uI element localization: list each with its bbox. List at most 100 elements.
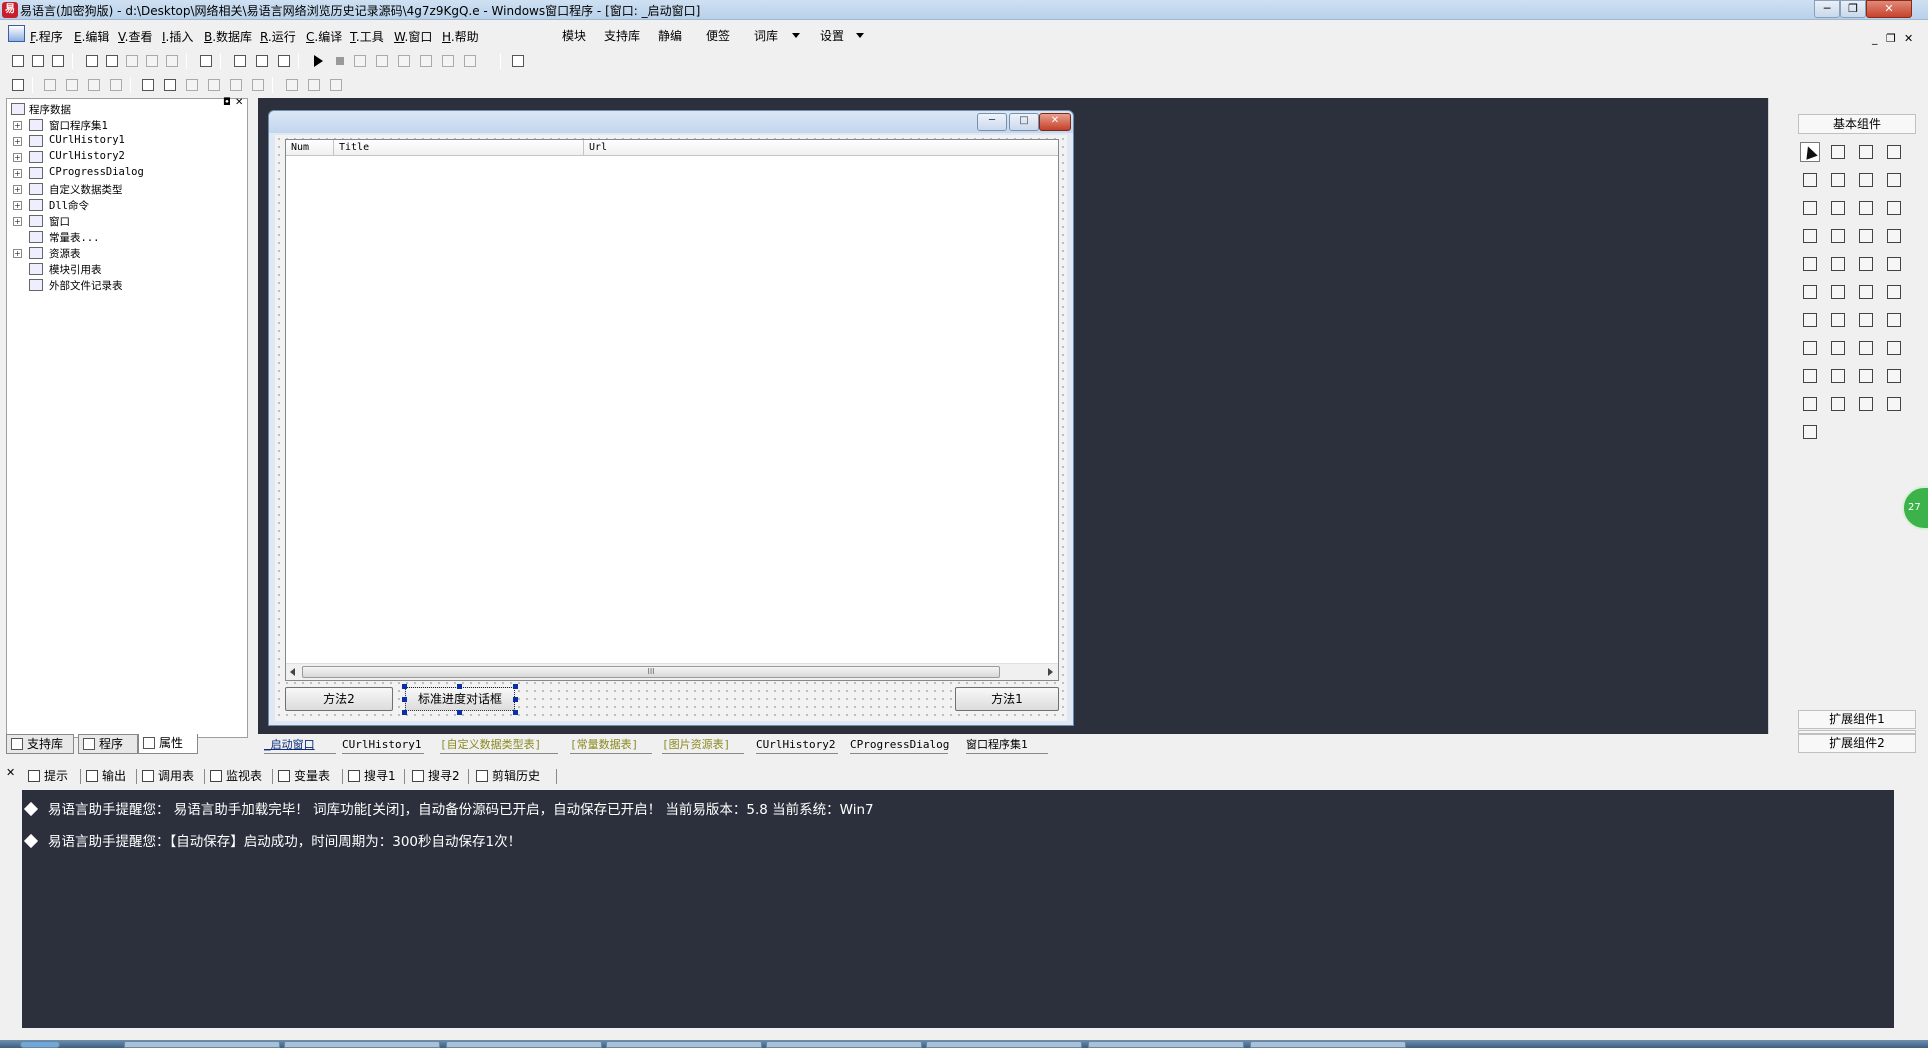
shape-icon[interactable] [1884,142,1904,162]
taskbar-item[interactable] [446,1041,602,1048]
form-maximize-button[interactable]: □ [1009,113,1039,131]
frame-icon[interactable] [1856,366,1876,386]
run-icon[interactable] [310,53,326,69]
cut-icon[interactable] [84,53,100,69]
step-out-icon[interactable] [418,53,434,69]
resize-width-icon[interactable] [284,77,300,93]
find-icon[interactable] [198,53,214,69]
horizontal-scrollbar[interactable]: III [286,663,1058,680]
pointer-icon[interactable] [1800,142,1820,162]
step-into-icon[interactable] [374,53,390,69]
hscroll-icon[interactable] [1828,226,1848,246]
port-icon[interactable] [1828,366,1848,386]
layout-full-icon[interactable] [276,53,292,69]
selection-handle[interactable] [402,684,407,689]
selection-handle[interactable] [513,684,518,689]
scroll-right-icon[interactable] [1048,668,1053,676]
taskbar-item[interactable] [766,1041,922,1048]
doc-tab-cprogressdialog[interactable]: CProgressDialog [850,736,949,754]
form-window[interactable]: ─ □ ✕ Num Title Url III 方法2 标准进度对话框 方法1 [268,110,1074,726]
space-horizontal-icon[interactable] [228,77,244,93]
expand-icon[interactable]: + [13,153,22,162]
tab-variables[interactable]: 变量表 [276,766,330,786]
doc-tab-custom-types[interactable]: [自定义数据类型表] [440,736,558,754]
expand-icon[interactable]: + [13,137,22,146]
minimize-button[interactable]: ─ [1814,0,1840,18]
align-right-icon[interactable] [64,77,80,93]
taskbar-item[interactable] [1088,1041,1244,1048]
timer-icon[interactable] [1884,254,1904,274]
panel-close-icon[interactable]: ✕ [235,97,243,108]
checkbox-icon[interactable] [1800,198,1820,218]
tab-watch[interactable]: 监视表 [208,766,262,786]
tab-control-icon[interactable] [1828,254,1848,274]
group-box-icon[interactable] [1828,170,1848,190]
doc-tab-constants[interactable]: [常量数据表] [570,736,652,754]
menu-lexicon[interactable]: 词库 [754,27,778,44]
lexicon-dropdown-icon[interactable] [792,33,800,38]
progress-icon[interactable] [1884,226,1904,246]
doc-tab-start-window[interactable]: _启动窗口 [264,736,336,754]
drawing-board-icon[interactable] [1800,170,1820,190]
form-close-button[interactable]: ✕ [1039,113,1071,131]
taskbar-item[interactable] [1250,1041,1406,1048]
selection-handle[interactable] [402,710,407,715]
menu-database[interactable]: B.数据库 [204,28,252,45]
tab-support-lib[interactable]: 支持库 [6,734,74,754]
app-menu-icon[interactable] [8,25,25,42]
doc-tab-window-assembly[interactable]: 窗口程序集1 [966,736,1048,754]
restore-button[interactable]: ❐ [1840,0,1866,18]
palette-extended-1[interactable]: 扩展组件1 [1798,710,1916,729]
vscroll-icon[interactable] [1856,226,1876,246]
calendar-icon[interactable] [1800,282,1820,302]
selection-handle[interactable] [457,684,462,689]
tab-hint[interactable]: 提示 [26,766,68,786]
output-vertical-scrollbar[interactable] [1894,790,1910,1028]
doc-tab-curlhistory1[interactable]: CUrlHistory1 [342,736,424,754]
splitter-icon[interactable] [1856,254,1876,274]
menu-settings[interactable]: 设置 [820,27,844,44]
menu-notes[interactable]: 便签 [706,27,730,44]
copy-icon[interactable] [104,53,120,69]
hand-icon[interactable] [462,53,478,69]
column-header-num[interactable]: Num [286,140,334,156]
radio-icon[interactable] [1828,198,1848,218]
layout-bottom-icon[interactable] [254,53,270,69]
grid-icon[interactable] [10,77,26,93]
tab-clip-history[interactable]: 剪辑历史 [474,766,540,786]
document-icon[interactable] [1884,282,1904,302]
form-client-area[interactable]: Num Title Url III 方法2 标准进度对话框 方法1 [275,135,1067,721]
odbc-icon[interactable] [1884,394,1904,414]
palette-extended-2-label[interactable]: 扩展组件2 [1798,734,1916,753]
menu-view[interactable]: V.查看 [118,28,153,45]
helper-icon[interactable] [510,53,526,69]
panel-icon[interactable] [1884,366,1904,386]
url-list-view[interactable]: Num Title Url III [285,139,1059,681]
tab-properties[interactable]: 属性 [138,734,198,754]
list-box-icon[interactable] [1884,198,1904,218]
tab-output[interactable]: 输出 [84,766,126,786]
step-over-icon[interactable] [396,53,412,69]
same-height-icon[interactable] [206,77,222,93]
tab-search2[interactable]: 搜寻2 [410,766,460,786]
combo-box-icon[interactable] [1856,198,1876,218]
center-horizontal-icon[interactable] [140,77,156,93]
expand-icon[interactable]: + [13,217,22,226]
same-width-icon[interactable] [184,77,200,93]
save-icon[interactable] [50,53,66,69]
scroll-left-icon[interactable] [290,668,295,676]
tab-search1[interactable]: 搜寻1 [346,766,396,786]
text-icon[interactable] [1856,170,1876,190]
taskbar-item[interactable] [926,1041,1082,1048]
menu-window[interactable]: W.窗口 [394,28,432,45]
close-button[interactable]: ✕ [1866,0,1912,18]
layout-left-icon[interactable] [232,53,248,69]
output-close-icon[interactable]: ✕ [6,766,15,779]
redo-icon[interactable] [164,53,180,69]
menu-edit[interactable]: E.编辑 [74,28,109,45]
menu-run[interactable]: R.运行 [260,28,296,45]
method2-button[interactable]: 方法2 [285,687,393,711]
taskbar-item[interactable] [124,1041,280,1048]
align-bottom-icon[interactable] [108,77,124,93]
method1-button[interactable]: 方法1 [955,687,1059,711]
